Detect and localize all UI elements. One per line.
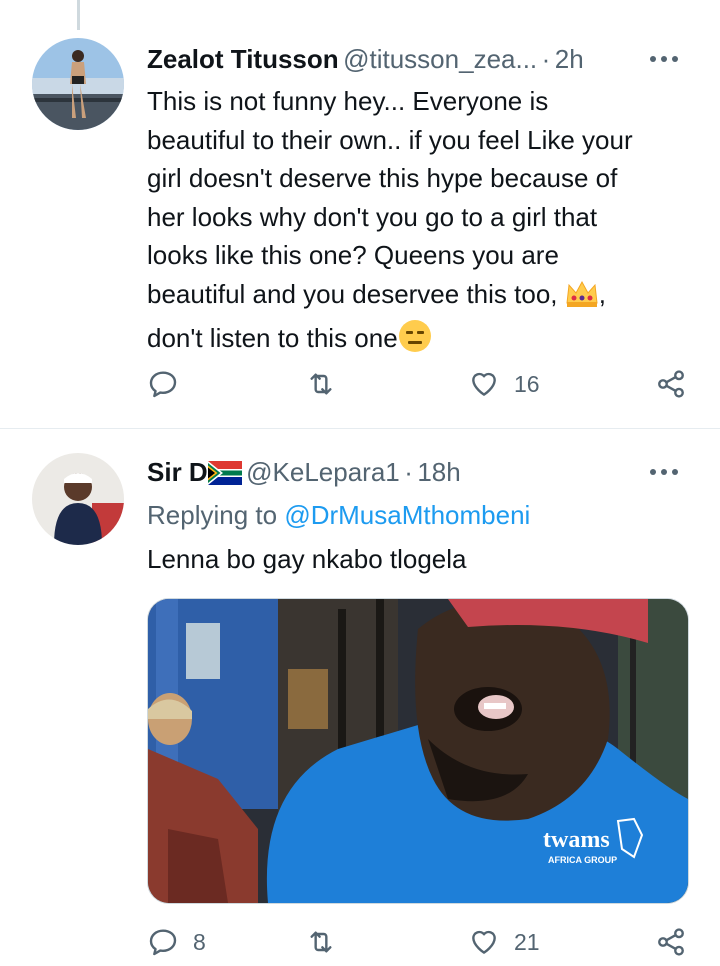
tweet-actions: 8 21 [0,926,720,966]
like-count: 21 [514,928,540,955]
like-count: 16 [514,370,540,397]
handle[interactable]: @titusson_zea... [343,44,537,74]
tweet-header: Sir D @KeLepara1 · 18h [147,455,461,498]
text-line: her looks why don't you go to a girl tha… [147,201,598,232]
separator: · [541,44,551,74]
like-button[interactable]: 21 [468,926,540,958]
replying-handle-link[interactable]: @DrMusaMthombeni [284,500,530,530]
tweet-header: Zealot Titusson @titusson_zea... · 2h [147,42,584,81]
south-africa-flag [207,461,242,498]
text-line: beautiful to their own.. if you feel Lik… [147,124,633,155]
tweet-text: This is not funny hey... Everyone is bea… [147,82,697,364]
replying-to: Replying to @DrMusaMthombeni [147,498,530,532]
share-icon [658,928,684,956]
retweet-icon [310,931,332,953]
text-fragment: beautiful and you deservee this too, [147,278,565,309]
tweet-actions: 16 [0,368,720,408]
share-icon [658,370,684,398]
shirt-logo-text: twams [543,827,610,853]
tweet-text: Lenna bo gay nkabo tlogela [147,544,467,574]
retweet-icon [310,373,332,395]
handle[interactable]: @KeLepara1 [246,457,400,487]
display-name[interactable]: Zealot Titusson [147,44,339,74]
reply-count: 8 [193,928,206,955]
tweet-zealot[interactable]: Zealot Titusson @titusson_zea... · 2h Th… [0,0,720,428]
reply-icon [149,371,177,398]
avatar[interactable] [32,453,124,545]
text-line: looks like this one? Queens you are [147,240,559,270]
more-icon[interactable] [644,455,684,489]
crown-emoji [565,279,599,320]
text-line: girl doesn't deserve this hype because o… [147,163,618,193]
text-line: don't listen to this one [147,319,697,364]
text-line: This is not funny hey... Everyone is [147,86,549,116]
text-fragment: , [598,278,606,309]
separator: · [404,457,413,487]
text-line: beautiful and you deservee this too, , [147,275,697,320]
reply-button[interactable]: 8 [147,926,206,958]
avatar[interactable] [32,38,124,130]
tweet-media-image[interactable]: twams AFRICA GROUP [147,598,689,904]
display-name[interactable]: Sir D [147,457,208,487]
replying-prefix: Replying to [147,500,285,530]
text-fragment: don't listen to this one [147,323,398,353]
share-button[interactable] [655,926,687,958]
more-icon[interactable] [644,42,684,76]
timestamp[interactable]: 18h [417,457,460,487]
like-icon [472,372,496,396]
reply-button[interactable] [147,368,179,400]
like-icon [472,930,496,954]
reply-icon [149,929,177,956]
timestamp[interactable]: 2h [555,44,584,74]
share-button[interactable] [655,368,687,400]
shirt-logo-subtext: AFRICA GROUP [548,855,617,865]
like-button[interactable]: 16 [468,368,540,400]
expressionless-emoji [398,319,432,364]
retweet-button[interactable] [305,368,337,400]
retweet-button[interactable] [305,926,337,958]
